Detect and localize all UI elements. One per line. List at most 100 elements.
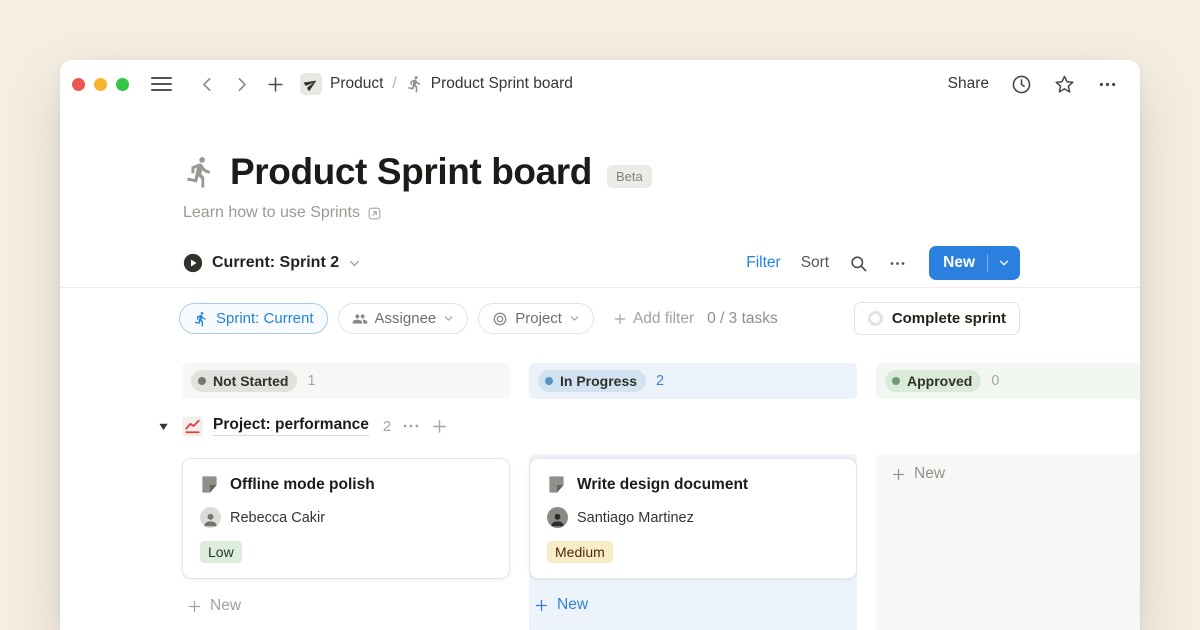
more-options-icon[interactable] — [1097, 74, 1118, 95]
card-title: Write design document — [577, 476, 748, 494]
sprint-filter-chip[interactable]: Sprint: Current — [179, 303, 328, 334]
column-label: Not Started — [213, 373, 288, 389]
plus-icon — [534, 598, 549, 613]
new-button-chevron-icon[interactable] — [988, 257, 1020, 269]
filter-bar: Sprint: Current Assignee Project Add fil… — [179, 302, 1020, 335]
new-card-label: New — [210, 597, 241, 615]
plus-icon — [187, 599, 202, 614]
card-write-design-document[interactable]: Write design document Santiago Martinez … — [529, 458, 857, 579]
group-label[interactable]: Project: performance — [213, 416, 369, 436]
card-assignee: Rebecca Cakir — [200, 507, 492, 528]
beta-badge: Beta — [607, 165, 652, 188]
sprint-selector-label: Current: Sprint 2 — [212, 254, 339, 272]
page-icon — [547, 475, 566, 494]
add-filter-button[interactable]: Add filter — [613, 310, 694, 328]
collapse-triangle-icon[interactable] — [158, 421, 169, 432]
minimize-window-button[interactable] — [94, 78, 107, 91]
sprint-selector[interactable]: Current: Sprint 2 — [183, 253, 361, 273]
column-label: Approved — [907, 373, 972, 389]
new-button-label: New — [929, 254, 987, 272]
assignee-filter-chip[interactable]: Assignee — [338, 303, 469, 334]
page-title: Product Sprint board — [230, 150, 592, 194]
avatar — [547, 507, 568, 528]
column-header-approved[interactable]: Approved 0 — [876, 363, 1140, 399]
sidebar-menu-icon[interactable] — [151, 77, 172, 91]
priority-tag: Medium — [547, 541, 613, 563]
new-card-button-in-progress[interactable]: New — [529, 591, 857, 619]
project-filter-chip[interactable]: Project — [478, 303, 594, 334]
chevron-down-icon — [443, 313, 454, 324]
group-more-icon[interactable] — [401, 416, 421, 436]
status-dot — [545, 377, 553, 385]
assignee-name: Santiago Martinez — [577, 510, 694, 526]
column-approved: New — [876, 454, 1140, 630]
task-progress-label: 0 / 3 tasks — [707, 310, 778, 328]
status-dot — [198, 377, 206, 385]
breadcrumb-teamspace[interactable]: Product — [330, 75, 383, 93]
forward-icon[interactable] — [230, 73, 252, 95]
page-header: Product Sprint board Beta Learn how to u… — [60, 150, 1140, 222]
status-dot — [892, 377, 900, 385]
column-header-in-progress[interactable]: In Progress 2 — [529, 363, 857, 399]
new-card-label: New — [914, 465, 945, 483]
close-window-button[interactable] — [72, 78, 85, 91]
chevron-down-icon — [569, 313, 580, 324]
clock-icon[interactable] — [1011, 74, 1032, 95]
search-icon[interactable] — [849, 254, 868, 273]
column-count: 1 — [307, 373, 315, 389]
zoom-window-button[interactable] — [116, 78, 129, 91]
column-not-started: Offline mode polish Rebecca Cakir Low Ne… — [182, 454, 510, 630]
filter-button[interactable]: Filter — [746, 254, 780, 272]
new-button[interactable]: New — [929, 246, 1020, 280]
page-icon — [200, 475, 219, 494]
chart-icon — [182, 416, 203, 437]
group-add-icon[interactable] — [431, 418, 448, 435]
runner-icon — [406, 75, 424, 93]
card-offline-mode-polish[interactable]: Offline mode polish Rebecca Cakir Low — [182, 458, 510, 579]
target-icon — [492, 311, 508, 327]
new-card-button-approved[interactable]: New — [886, 460, 1140, 488]
view-bar: Current: Sprint 2 Filter Sort New — [183, 246, 1020, 280]
complete-sprint-label: Complete sprint — [892, 310, 1006, 327]
progress-ring-icon — [868, 311, 883, 326]
new-page-icon[interactable] — [264, 73, 286, 95]
new-card-button-not-started[interactable]: New — [182, 592, 510, 620]
complete-sprint-button[interactable]: Complete sprint — [854, 302, 1020, 335]
column-header-not-started[interactable]: Not Started 1 — [182, 363, 510, 399]
traffic-lights — [72, 78, 129, 91]
breadcrumb: Product / Product Sprint board — [330, 75, 573, 93]
sprint-play-icon — [183, 253, 203, 273]
assignee-filter-chip-label: Assignee — [375, 310, 437, 327]
external-link-icon — [367, 206, 382, 221]
column-label: In Progress — [560, 373, 637, 389]
column-in-progress: Write design document Santiago Martinez … — [529, 454, 857, 630]
sprint-board: Not Started 1 In Progress 2 Approved 0 P… — [182, 363, 1140, 630]
group-count: 2 — [383, 418, 391, 435]
plus-icon — [613, 312, 627, 326]
plus-icon — [891, 467, 906, 482]
favorite-star-icon[interactable] — [1054, 74, 1075, 95]
share-button[interactable]: Share — [948, 75, 989, 93]
window-toolbar: Product / Product Sprint board Share — [60, 60, 1140, 108]
card-assignee: Santiago Martinez — [547, 507, 839, 528]
product-teamspace-icon[interactable] — [300, 73, 322, 95]
divider — [60, 287, 1140, 288]
chevron-down-icon — [348, 257, 361, 270]
column-count: 0 — [991, 373, 999, 389]
sprint-filter-chip-label: Sprint: Current — [216, 310, 314, 327]
board-column-bodies: Offline mode polish Rebecca Cakir Low Ne… — [182, 454, 1140, 630]
back-icon[interactable] — [196, 73, 218, 95]
view-more-icon[interactable] — [888, 254, 907, 273]
breadcrumb-page[interactable]: Product Sprint board — [431, 75, 573, 93]
sprints-help-link-label: Learn how to use Sprints — [183, 204, 360, 222]
page-runner-icon — [183, 155, 217, 189]
column-count: 2 — [656, 373, 664, 389]
sort-button[interactable]: Sort — [801, 254, 829, 272]
runner-icon — [193, 311, 209, 327]
sprints-help-link[interactable]: Learn how to use Sprints — [183, 204, 1140, 222]
board-column-headers: Not Started 1 In Progress 2 Approved 0 — [182, 363, 1140, 399]
project-filter-chip-label: Project — [515, 310, 562, 327]
card-title: Offline mode polish — [230, 476, 375, 494]
avatar — [200, 507, 221, 528]
add-filter-label: Add filter — [633, 310, 694, 328]
